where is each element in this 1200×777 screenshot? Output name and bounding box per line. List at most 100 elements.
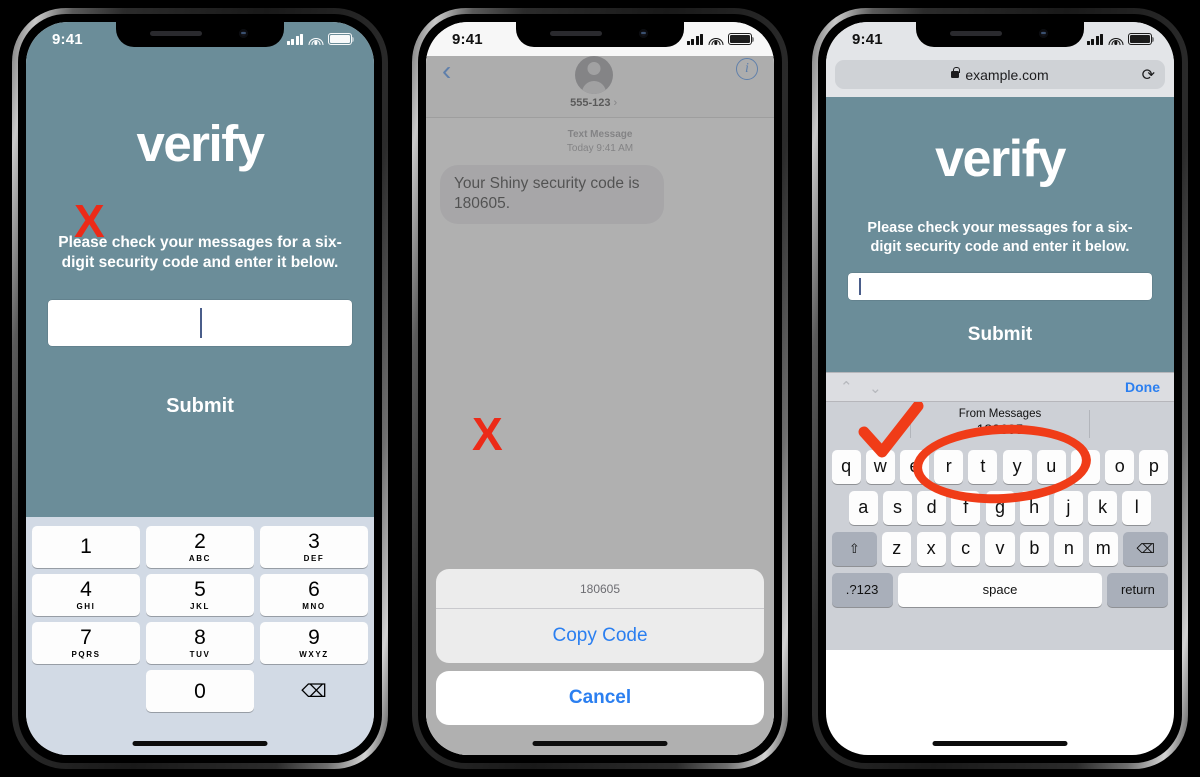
verify-instructions: Please check your messages for a six-dig… <box>867 220 1133 256</box>
key-q[interactable]: q <box>831 449 861 484</box>
phone-2-screen: 9:41 ‹ 555-123 › i <box>426 22 774 755</box>
done-button[interactable]: Done <box>1125 379 1160 395</box>
wifi-icon <box>708 34 723 45</box>
keypad-key-4[interactable]: 4 GHI <box>32 574 140 616</box>
notch-icon <box>916 22 1084 47</box>
cellular-bars-icon <box>286 33 303 45</box>
keypad-key-1[interactable]: 1 <box>32 526 140 568</box>
text-caret <box>200 307 202 338</box>
keypad-key-5[interactable]: 5 JKL <box>146 574 254 616</box>
key-x[interactable]: x <box>916 531 946 566</box>
battery-icon <box>328 33 355 45</box>
space-key[interactable]: space <box>897 572 1103 607</box>
submit-button[interactable]: Submit <box>826 324 1174 346</box>
url-text: example.com <box>965 66 1049 83</box>
copy-code-button[interactable]: Copy Code <box>436 609 764 663</box>
phone-3-screen: 9:41 example.com ⟳ verify Please check y… <box>826 22 1174 755</box>
phone-1-screen: 9:41 verify Please check your messages f… <box>26 22 374 755</box>
keypad-row: 7 PQRS 8 TUV 9 WXYZ <box>29 619 371 667</box>
wifi-icon <box>1108 34 1123 45</box>
keypad-key-7[interactable]: 7 PQRS <box>32 622 140 664</box>
keypad-row: 4 GHI 5 JKL 6 MNO <box>29 571 371 619</box>
field-nav-chevrons: ⌃ ⌃ <box>840 378 881 396</box>
key-a[interactable]: a <box>848 490 878 525</box>
annotation-red-x: X <box>472 408 503 460</box>
shift-icon[interactable]: ⇧ <box>831 531 877 566</box>
key-l[interactable]: l <box>1122 490 1152 525</box>
keypad-key-8[interactable]: 8 TUV <box>146 622 254 664</box>
lock-icon <box>951 66 960 78</box>
verify-logo: verify <box>935 130 1066 188</box>
keyboard-bottom-pad <box>826 613 1174 650</box>
status-time: 9:41 <box>52 30 83 48</box>
home-indicator <box>132 741 268 746</box>
security-code-input[interactable] <box>48 299 352 346</box>
cancel-button[interactable]: Cancel <box>436 671 764 725</box>
keyboard-row-4: .?123 space return <box>829 572 1171 607</box>
row-spacer <box>826 491 844 525</box>
keyboard-row-3: ⇧ z x c v b n m ⌫ <box>829 531 1171 566</box>
submit-button[interactable]: Submit <box>26 395 374 418</box>
copy-code-action-sheet: 180605 Copy Code Cancel <box>436 569 764 725</box>
delete-icon[interactable]: ⌫ <box>1123 531 1169 566</box>
home-indicator <box>532 741 668 746</box>
battery-icon <box>1128 33 1155 45</box>
keypad-spacer <box>32 670 140 712</box>
wifi-icon <box>308 34 323 45</box>
phone-3-frame: 9:41 example.com ⟳ verify Please check y… <box>812 8 1188 769</box>
screenshot-stage: 9:41 verify Please check your messages f… <box>0 0 1200 777</box>
chevron-up-icon[interactable]: ⌃ <box>840 378 853 396</box>
keypad-key-0[interactable]: 0 <box>146 670 254 712</box>
phone-1-bezel: 9:41 verify Please check your messages f… <box>18 14 382 763</box>
keyboard-accessory-bar: ⌃ ⌃ Done <box>826 372 1174 402</box>
security-code-input[interactable] <box>848 273 1152 301</box>
annotation-red-checkmark <box>858 402 924 458</box>
verify-logo: verify <box>136 115 265 172</box>
key-b[interactable]: b <box>1019 531 1050 566</box>
return-key[interactable]: return <box>1107 572 1169 607</box>
key-k[interactable]: k <box>1088 490 1118 525</box>
key-v[interactable]: v <box>985 531 1015 566</box>
cellular-bars-icon <box>686 33 703 45</box>
notch-icon <box>516 22 684 47</box>
messages-content: ‹ 555-123 › i Text Message Today 9:41 AM… <box>426 56 774 755</box>
reload-icon[interactable]: ⟳ <box>1142 65 1155 85</box>
status-time: 9:41 <box>452 30 483 48</box>
key-o[interactable]: o <box>1105 449 1135 484</box>
status-time: 9:41 <box>852 30 883 48</box>
key-j[interactable]: j <box>1053 490 1083 525</box>
phone-3-bezel: 9:41 example.com ⟳ verify Please check y… <box>818 14 1182 763</box>
key-p[interactable]: p <box>1139 449 1169 484</box>
chevron-down-icon[interactable]: ⌃ <box>869 378 882 396</box>
action-sheet-title: 180605 <box>436 569 764 609</box>
key-z[interactable]: z <box>882 531 912 566</box>
annotation-red-x: X <box>74 195 105 247</box>
numeric-keypad: 1 2 ABC 3 DEF 4 GHI 5 JKL 6 MNO 7 PQRS 8 TUV 9W… <box>26 517 374 715</box>
verify-app-content: verify Please check your messages for a … <box>826 97 1174 372</box>
verify-app-content: verify Please check your messages for a … <box>26 56 374 517</box>
keypad-key-3[interactable]: 3 DEF <box>260 526 368 568</box>
numbers-key[interactable]: .?123 <box>831 572 893 607</box>
phone-2-frame: 9:41 ‹ 555-123 › i <box>412 8 788 769</box>
keypad-key-2[interactable]: 2 ABC <box>146 526 254 568</box>
cellular-bars-icon <box>1086 33 1103 45</box>
notch-icon <box>116 22 284 47</box>
text-caret <box>859 278 861 296</box>
key-m[interactable]: m <box>1088 531 1118 566</box>
keypad-key-6[interactable]: 6 MNO <box>260 574 368 616</box>
action-sheet-group: 180605 Copy Code <box>436 569 764 663</box>
key-c[interactable]: c <box>950 531 981 566</box>
key-n[interactable]: n <box>1054 531 1084 566</box>
keypad-bottom-pad <box>26 715 374 755</box>
keypad-row: 0 ⌫ <box>29 667 371 715</box>
home-indicator <box>932 741 1068 746</box>
row-spacer <box>1156 491 1174 525</box>
keypad-delete-key[interactable]: ⌫ <box>260 670 368 712</box>
phone-2-bezel: 9:41 ‹ 555-123 › i <box>418 14 782 763</box>
key-d[interactable]: d <box>917 490 947 525</box>
keypad-row: 1 2 ABC 3 DEF <box>29 523 371 571</box>
url-bar[interactable]: example.com ⟳ <box>835 60 1165 89</box>
key-s[interactable]: s <box>882 490 912 525</box>
keypad-key-9[interactable]: 9 WXYZ <box>260 622 368 664</box>
safari-toolbar: example.com ⟳ <box>826 56 1174 97</box>
